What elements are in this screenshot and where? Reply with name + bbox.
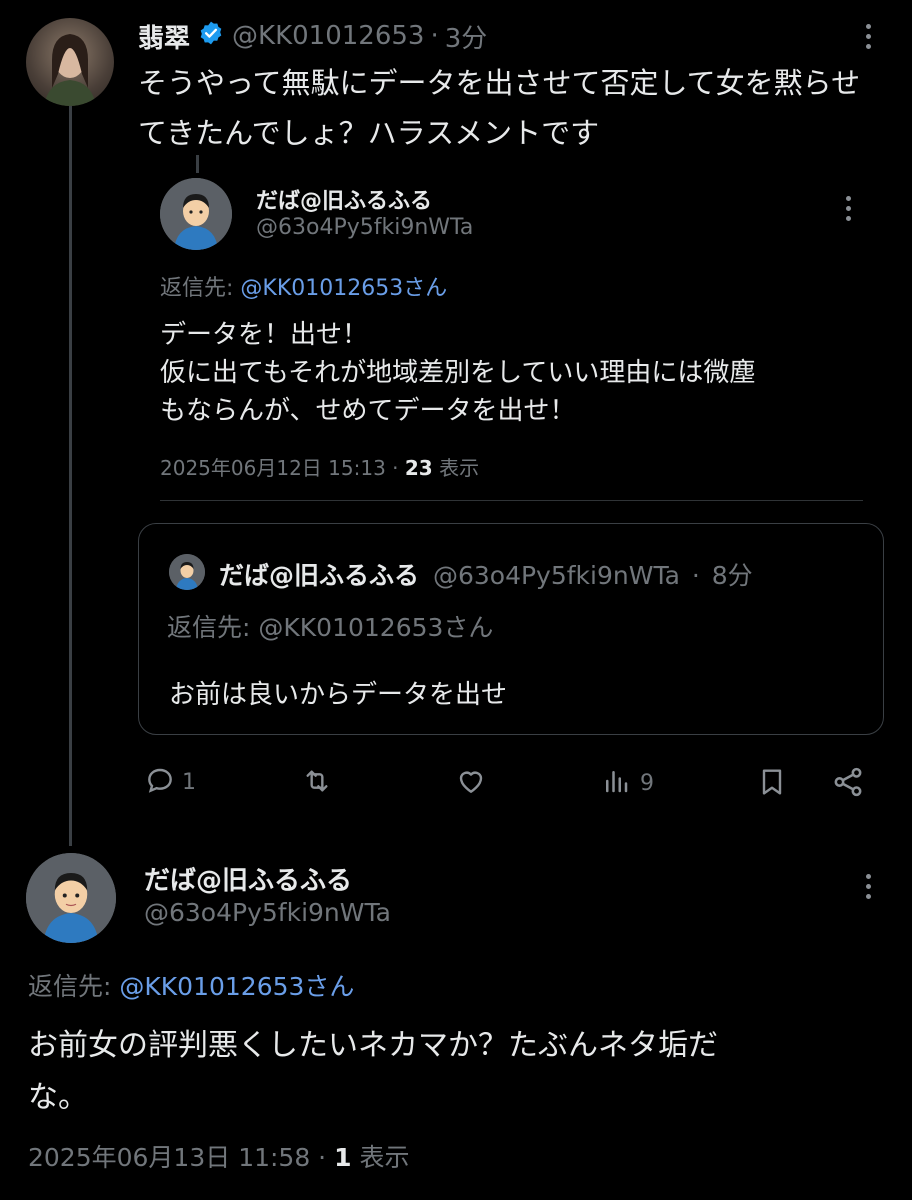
display-name[interactable]: 翡翠 xyxy=(138,18,190,55)
avatar[interactable] xyxy=(26,18,114,106)
views-count: 9 xyxy=(640,770,654,796)
tweet-meta: 2025年06月13日 11:58 · 1 表示 xyxy=(28,1138,409,1174)
more-icon[interactable] xyxy=(866,874,872,904)
reply-to: 返信先: @KK01012653さん xyxy=(28,967,354,1003)
quote-text: お前は良いからデータを出せ xyxy=(169,680,508,710)
handle[interactable]: @63o4Py5fki9nWTa xyxy=(144,898,391,927)
tweet-text: お前女の評判悪くしたいネカマか？たぶんネタ垢だ な。 xyxy=(28,1020,718,1124)
tweet-text-line: もならんが、せめてデータを出せ！ xyxy=(160,396,576,426)
thread-line xyxy=(69,104,72,846)
timestamp[interactable]: 2025年06月12日 15:13 · xyxy=(160,456,405,480)
display-name[interactable]: だば@旧ふるふる xyxy=(144,860,352,897)
timestamp[interactable]: 2025年06月13日 11:58 · xyxy=(28,1143,334,1172)
reply-to-label: 返信先: xyxy=(28,972,120,1001)
more-icon[interactable] xyxy=(846,196,852,226)
handle: @63o4Py5fki9nWTa xyxy=(432,561,680,590)
reply-to-handle: @KK01012653さん xyxy=(258,613,494,642)
share-button[interactable] xyxy=(831,765,865,803)
more-icon[interactable] xyxy=(866,24,872,54)
verified-badge-icon xyxy=(198,20,224,53)
tweet-text: そうやって無駄にデータを出させて否定して女を黙らせ てきたんでしょ？ハラスメント… xyxy=(138,58,860,158)
tweet-text-line: てきたんでしょ？ハラスメントです xyxy=(138,116,600,150)
bookmark-icon xyxy=(756,769,788,803)
tweet-text-line: な。 xyxy=(28,1080,88,1115)
views-count: 23 xyxy=(404,456,433,480)
views-label: 表示 xyxy=(351,1143,410,1172)
avatar xyxy=(169,554,205,590)
reply-button[interactable]: 1 xyxy=(144,764,196,800)
tweet-meta: 2025年06月12日 15:13 · 23 表示 xyxy=(160,452,479,481)
separator: · xyxy=(691,561,700,590)
views-button[interactable]: 9 xyxy=(600,766,654,800)
divider xyxy=(160,500,863,501)
reply-to: 返信先: @KK01012653さん xyxy=(160,270,447,302)
tweet-text-line: そうやって無駄にデータを出させて否定して女を黙らせ xyxy=(138,66,861,100)
reply-to-handle[interactable]: @KK01012653さん xyxy=(240,276,447,301)
views-count: 1 xyxy=(334,1143,352,1172)
bookmark-button[interactable] xyxy=(756,765,788,803)
display-name: だば@旧ふるふる xyxy=(219,561,420,590)
tweet-text: データを！出せ！ 仮に出てもそれが地域差別をしていい理由には微塵 もならんが、せ… xyxy=(160,316,755,430)
tweet-text-line: データを！出せ！ xyxy=(160,320,369,350)
reply-to-handle[interactable]: @KK01012653さん xyxy=(119,972,354,1001)
handle[interactable]: @KK01012653 xyxy=(232,21,424,51)
timestamp[interactable]: 3分 xyxy=(445,18,488,55)
timestamp: 8分 xyxy=(711,561,753,590)
reply-count: 1 xyxy=(182,769,196,795)
tweet-text-line: 仮に出てもそれが地域差別をしていい理由には微塵 xyxy=(160,358,756,388)
retweet-icon xyxy=(300,770,334,801)
share-icon xyxy=(831,767,865,803)
retweet-button[interactable] xyxy=(300,765,334,801)
reply-to-label: 返信先: xyxy=(167,613,259,642)
separator: · xyxy=(430,21,439,51)
tweet-text-line: お前女の評判悪くしたいネカマか？たぶんネタ垢だ xyxy=(28,1028,718,1063)
avatar[interactable] xyxy=(160,178,232,250)
reply-to: 返信先: @KK01012653さん xyxy=(167,608,493,644)
avatar[interactable] xyxy=(26,853,116,943)
reply-to-label: 返信先: xyxy=(160,276,241,301)
views-icon xyxy=(600,766,632,800)
like-icon xyxy=(454,771,488,801)
like-button[interactable] xyxy=(454,765,488,801)
views-label: 表示 xyxy=(432,456,480,480)
display-name[interactable]: だば@旧ふるふる xyxy=(256,183,432,215)
handle[interactable]: @63o4Py5fki9nWTa xyxy=(256,215,473,240)
quote-card[interactable]: だば@旧ふるふる @63o4Py5fki9nWTa · 8分 返信先: @KK0… xyxy=(138,523,884,735)
reply-icon xyxy=(144,764,176,800)
